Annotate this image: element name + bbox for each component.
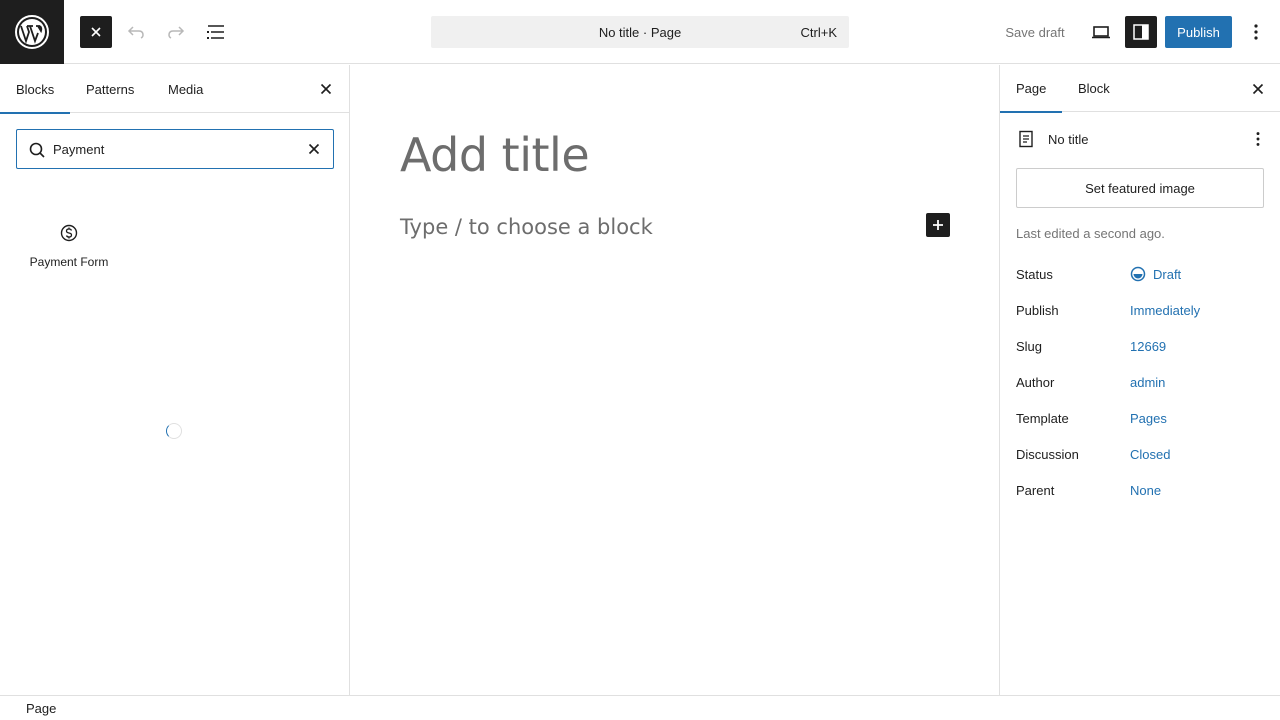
desktop-icon (1092, 26, 1110, 39)
meta-label: Status (1016, 266, 1053, 282)
close-inserter-panel-button[interactable] (312, 75, 340, 103)
meta-row-slug: Slug 12669 (1016, 334, 1266, 358)
page-icon (1019, 130, 1033, 148)
more-vertical-icon (1254, 24, 1258, 40)
slug-button[interactable]: 12669 (1130, 339, 1166, 354)
document-actions-button[interactable] (1248, 129, 1268, 149)
close-inserter-button[interactable] (80, 16, 112, 48)
redo-icon (168, 26, 185, 39)
meta-row-template: Template Pages (1016, 406, 1266, 430)
discussion-button[interactable]: Closed (1130, 447, 1170, 462)
editor-canvas: Add title Type / to choose a block (351, 65, 999, 695)
add-block-button[interactable] (926, 213, 950, 237)
meta-label: Publish (1016, 302, 1059, 318)
meta-row-author: Author admin (1016, 370, 1266, 394)
close-icon (91, 27, 101, 37)
tab-page[interactable]: Page (1000, 65, 1062, 113)
document-overview-button[interactable] (200, 16, 232, 48)
meta-label: Template (1016, 410, 1069, 426)
post-title-input[interactable]: Add title (400, 128, 590, 182)
meta-row-discussion: Discussion Closed (1016, 442, 1266, 466)
close-icon (1252, 83, 1264, 95)
plus-icon (933, 220, 943, 230)
block-search-box (16, 129, 334, 169)
meta-label: Parent (1016, 482, 1055, 498)
block-result-label: Payment Form (29, 255, 109, 269)
meta-value: Draft (1153, 266, 1182, 282)
publish-button[interactable]: Publish (1165, 16, 1232, 48)
undo-icon (127, 26, 144, 39)
close-icon (308, 143, 320, 155)
block-breadcrumb-bar: Page (0, 695, 1280, 720)
editor-header: No title · Page Ctrl+K Save draft Publis… (0, 0, 1280, 64)
save-draft-button[interactable]: Save draft (996, 16, 1074, 48)
redo-button[interactable] (160, 16, 192, 48)
template-button[interactable]: Pages (1130, 411, 1167, 426)
block-inserter-panel: Blocks Patterns Media Payment Form (0, 65, 350, 695)
tab-block[interactable]: Block (1062, 65, 1126, 112)
inserter-tabs: Blocks Patterns Media (0, 65, 350, 114)
meta-label: Author (1016, 374, 1055, 390)
dollar-icon (60, 224, 78, 242)
breadcrumb-page[interactable]: Page (26, 701, 56, 716)
tab-media[interactable]: Media (152, 65, 219, 113)
settings-sidebar: Page Block No title Set featured image L… (999, 65, 1280, 695)
more-vertical-icon (1256, 132, 1260, 146)
author-button[interactable]: admin (1130, 375, 1165, 390)
parent-button[interactable]: None (1130, 483, 1161, 498)
status-button[interactable]: Draft (1130, 266, 1181, 282)
publish-date-button[interactable]: Immediately (1130, 303, 1200, 318)
preview-button[interactable] (1085, 16, 1117, 48)
wordpress-logo-button[interactable] (0, 0, 64, 64)
list-view-icon (207, 25, 224, 39)
paragraph-placeholder[interactable]: Type / to choose a block (400, 215, 653, 239)
meta-row-parent: Parent None (1016, 478, 1266, 502)
document-title-label: No title · Page (598, 24, 682, 40)
settings-toggle-button[interactable] (1125, 16, 1157, 48)
meta-label: Discussion (1016, 446, 1079, 462)
meta-row-publish: Publish Immediately (1016, 298, 1266, 322)
clear-search-button[interactable] (303, 138, 325, 160)
close-settings-button[interactable] (1244, 75, 1272, 103)
settings-tabs: Page Block (1000, 65, 1280, 113)
document-summary: No title (1016, 125, 1266, 153)
sidebar-icon (1133, 24, 1149, 40)
options-menu-button[interactable] (1240, 16, 1272, 48)
undo-button[interactable] (120, 16, 152, 48)
document-title: No title (1048, 131, 1089, 147)
meta-row-status: Status Draft (1016, 262, 1266, 286)
command-palette-bar[interactable]: No title · Page Ctrl+K (431, 16, 849, 48)
close-icon (320, 83, 332, 95)
tab-blocks[interactable]: Blocks (0, 65, 70, 114)
block-search-input[interactable] (53, 138, 293, 160)
last-edited-text: Last edited a second ago. (1016, 226, 1165, 241)
draft-status-icon (1130, 266, 1146, 282)
set-featured-image-button[interactable]: Set featured image (1016, 168, 1264, 208)
wordpress-icon (15, 15, 49, 49)
meta-label: Slug (1016, 338, 1043, 354)
search-icon (29, 142, 45, 158)
block-result-payment-form[interactable]: Payment Form (16, 209, 122, 283)
loading-spinner (166, 423, 182, 439)
keyboard-shortcut-hint: Ctrl+K (800, 25, 837, 40)
tab-patterns[interactable]: Patterns (70, 65, 150, 113)
